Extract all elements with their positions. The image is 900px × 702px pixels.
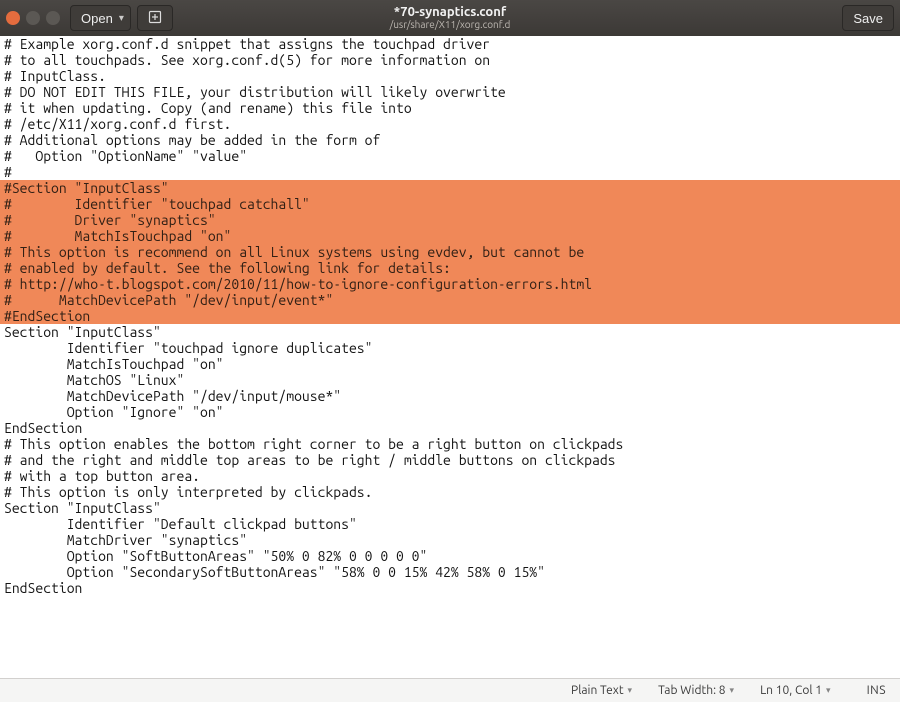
- chevron-down-icon: ▾: [628, 685, 633, 696]
- statusbar: Plain Text ▾ Tab Width: 8 ▾ Ln 10, Col 1…: [0, 678, 900, 702]
- cursor-position-label: Ln 10, Col 1: [760, 684, 822, 697]
- save-button[interactable]: Save: [842, 5, 894, 31]
- cursor-position[interactable]: Ln 10, Col 1 ▾: [760, 684, 831, 697]
- editor-line[interactable]: # Option "OptionName" "value": [4, 148, 896, 164]
- chevron-down-icon: ▾: [730, 685, 735, 696]
- editor-line[interactable]: # Identifier "touchpad catchall": [0, 196, 900, 212]
- editor-line[interactable]: # http://who-t.blogspot.com/2010/11/how-…: [0, 276, 900, 292]
- editor-line[interactable]: Identifier "touchpad ignore duplicates": [4, 340, 896, 356]
- chevron-down-icon: ▾: [119, 13, 124, 24]
- window-controls: [6, 11, 60, 25]
- editor-line[interactable]: EndSection: [4, 580, 896, 596]
- editor-line[interactable]: # Driver "synaptics": [0, 212, 900, 228]
- editor-line[interactable]: # This option enables the bottom right c…: [4, 436, 896, 452]
- new-tab-icon: [148, 10, 162, 27]
- editor-line[interactable]: Identifier "Default clickpad buttons": [4, 516, 896, 532]
- editor-line[interactable]: # it when updating. Copy (and rename) th…: [4, 100, 896, 116]
- editor-line[interactable]: Section "InputClass": [4, 324, 896, 340]
- editor-line[interactable]: # /etc/X11/xorg.conf.d first.: [4, 116, 896, 132]
- close-icon[interactable]: [6, 11, 20, 25]
- editor-line[interactable]: MatchOS "Linux": [4, 372, 896, 388]
- minimize-icon[interactable]: [26, 11, 40, 25]
- editor-line[interactable]: EndSection: [4, 420, 896, 436]
- title-area: *70-synaptics.conf /usr/share/X11/xorg.c…: [0, 6, 900, 30]
- editor-line[interactable]: # InputClass.: [4, 68, 896, 84]
- editor-line[interactable]: MatchDriver "synaptics": [4, 532, 896, 548]
- file-title: *70-synaptics.conf: [0, 6, 900, 20]
- save-button-label: Save: [853, 11, 883, 26]
- tabwidth-selector[interactable]: Tab Width: 8 ▾: [658, 684, 734, 697]
- editor-line[interactable]: Option "SoftButtonAreas" "50% 0 82% 0 0 …: [4, 548, 896, 564]
- editor-line[interactable]: MatchIsTouchpad "on": [4, 356, 896, 372]
- editor-area[interactable]: # Example xorg.conf.d snippet that assig…: [0, 36, 900, 676]
- titlebar: Open ▾ *70-synaptics.conf /usr/share/X11…: [0, 0, 900, 36]
- editor-line[interactable]: # DO NOT EDIT THIS FILE, your distributi…: [4, 84, 896, 100]
- new-tab-button[interactable]: [137, 5, 173, 31]
- editor-line[interactable]: #EndSection: [0, 308, 900, 324]
- editor-line[interactable]: # MatchDevicePath "/dev/input/event*": [0, 292, 900, 308]
- open-button[interactable]: Open ▾: [70, 5, 131, 31]
- tabwidth-label: Tab Width: 8: [658, 684, 725, 697]
- editor-line[interactable]: # MatchIsTouchpad "on": [0, 228, 900, 244]
- editor-line[interactable]: MatchDevicePath "/dev/input/mouse*": [4, 388, 896, 404]
- chevron-down-icon: ▾: [826, 685, 831, 696]
- editor-line[interactable]: Section "InputClass": [4, 500, 896, 516]
- editor-line[interactable]: # enabled by default. See the following …: [0, 260, 900, 276]
- editor-line[interactable]: # This option is recommend on all Linux …: [0, 244, 900, 260]
- editor-line[interactable]: # Additional options may be added in the…: [4, 132, 896, 148]
- editor-line[interactable]: #Section "InputClass": [0, 180, 900, 196]
- syntax-selector[interactable]: Plain Text ▾: [571, 684, 632, 697]
- editor-line[interactable]: # to all touchpads. See xorg.conf.d(5) f…: [4, 52, 896, 68]
- maximize-icon[interactable]: [46, 11, 60, 25]
- open-button-label: Open: [81, 11, 113, 26]
- editor-line[interactable]: Option "Ignore" "on": [4, 404, 896, 420]
- editor-line[interactable]: #: [4, 164, 896, 180]
- editor-line[interactable]: # with a top button area.: [4, 468, 896, 484]
- editor-line[interactable]: # and the right and middle top areas to …: [4, 452, 896, 468]
- editor-line[interactable]: # Example xorg.conf.d snippet that assig…: [4, 36, 896, 52]
- editor-line[interactable]: # This option is only interpreted by cli…: [4, 484, 896, 500]
- file-path: /usr/share/X11/xorg.conf.d: [0, 20, 900, 31]
- insert-mode[interactable]: INS: [867, 684, 886, 697]
- syntax-label: Plain Text: [571, 684, 624, 697]
- editor-line[interactable]: Option "SecondarySoftButtonAreas" "58% 0…: [4, 564, 896, 580]
